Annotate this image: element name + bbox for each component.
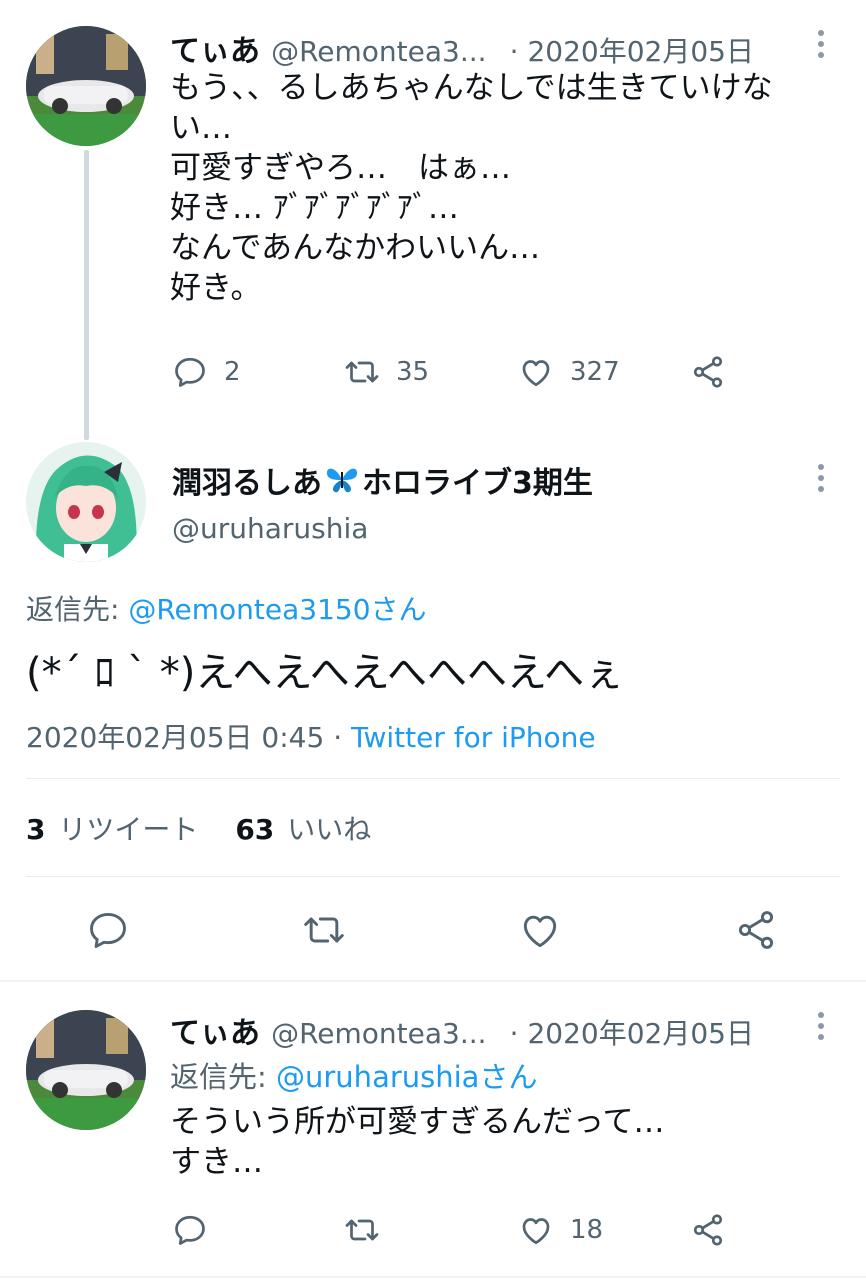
retweets-num[interactable]: 3 xyxy=(26,813,45,846)
author-handle[interactable]: @Remontea3... xyxy=(271,1017,486,1050)
reply-button[interactable]: 2 xyxy=(172,354,241,390)
share-icon xyxy=(738,911,774,949)
likes-num[interactable]: 63 xyxy=(235,813,274,846)
avatar-tia[interactable] xyxy=(26,26,146,146)
reply-prefix: 返信先: xyxy=(170,1060,276,1094)
like-icon xyxy=(522,1218,550,1245)
like-button[interactable]: 327 xyxy=(518,354,620,390)
retweet-icon xyxy=(304,917,344,943)
divider xyxy=(26,876,840,877)
more-icon[interactable] xyxy=(818,1012,826,1045)
tweet-text: (*´ ﾛ ` *)えへえへえへへへえへぇ xyxy=(26,650,625,696)
thread-line xyxy=(84,150,89,440)
likes-label[interactable]: いいね xyxy=(287,813,371,846)
tweet-source[interactable]: Twitter for iPhone xyxy=(351,721,596,754)
more-icon[interactable] xyxy=(818,30,826,63)
reply-count: 2 xyxy=(224,357,241,387)
section-divider xyxy=(0,980,866,982)
reply-button[interactable] xyxy=(86,908,130,952)
author-handle[interactable]: @uruharushia xyxy=(172,512,368,545)
author-name[interactable]: 潤羽るしあ xyxy=(172,458,322,502)
share-icon xyxy=(693,1214,723,1246)
like-count: 18 xyxy=(570,1215,604,1245)
share-button[interactable] xyxy=(690,1212,726,1248)
like-icon xyxy=(522,360,550,387)
retweet-icon xyxy=(345,361,379,383)
avatar-rushia[interactable] xyxy=(26,442,146,562)
share-button[interactable] xyxy=(734,908,778,952)
section-divider xyxy=(0,1276,866,1278)
reply-prefix: 返信先: xyxy=(26,593,129,626)
author-handle[interactable]: @Remontea3... xyxy=(271,35,486,68)
retweet-button[interactable] xyxy=(302,908,346,952)
retweet-icon xyxy=(345,1219,379,1241)
reply-to-link[interactable]: @Remontea3150さん xyxy=(128,593,426,626)
retweets-label[interactable]: リツイート xyxy=(58,813,198,846)
reply-icon xyxy=(90,912,126,948)
reply-icon xyxy=(175,357,205,387)
reply-to-link[interactable]: @uruharushiaさん xyxy=(276,1060,537,1094)
retweet-button[interactable] xyxy=(344,1212,380,1248)
reply-icon xyxy=(175,1215,205,1245)
tweet-text: そういう所が可愛すぎるんだって… すき… xyxy=(170,1104,665,1180)
like-button[interactable] xyxy=(518,908,562,952)
like-count: 327 xyxy=(570,357,620,387)
tweet-timestamp[interactable]: 2020年02月05日 0:45 · xyxy=(26,721,351,754)
like-button[interactable]: 18 xyxy=(518,1212,603,1248)
retweet-count: 35 xyxy=(396,357,430,387)
tweet-text: もう、、るしあちゃんなしでは生きていけな い… 可愛すぎやろ… はぁ… 好き… … xyxy=(170,70,773,306)
avatar-tia[interactable] xyxy=(26,1010,146,1130)
author-name[interactable]: てぃあ xyxy=(170,1016,260,1051)
share-button[interactable] xyxy=(690,354,726,390)
butterfly-icon xyxy=(326,468,358,493)
tweet-date[interactable]: · 2020年02月05日 xyxy=(510,1017,754,1050)
retweet-button[interactable]: 35 xyxy=(344,354,429,390)
author-name-suffix[interactable]: ホロライブ3期生 xyxy=(362,458,593,502)
author-name[interactable]: てぃあ xyxy=(170,34,260,69)
more-icon[interactable] xyxy=(818,464,826,497)
divider xyxy=(26,778,840,779)
like-icon xyxy=(523,915,557,948)
reply-button[interactable] xyxy=(172,1212,208,1248)
tweet-date[interactable]: · 2020年02月05日 xyxy=(510,35,754,68)
share-icon xyxy=(693,356,723,388)
